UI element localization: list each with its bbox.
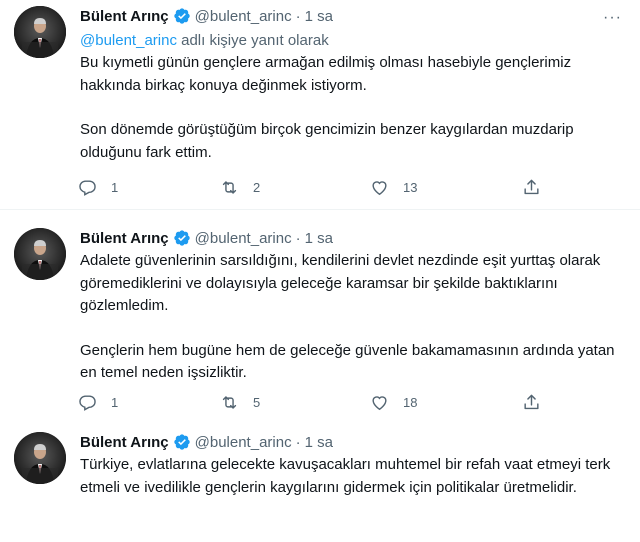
heart-icon [372,180,387,195]
tweet-time[interactable]: 1 sa [305,434,333,451]
separator-dot: · [295,433,301,451]
like-button[interactable]: 13 [370,178,417,197]
reply-icon [79,179,96,196]
separator-dot: · [295,229,301,247]
tweet-paragraph: Bu kıymetli günün gençlere armağan edilm… [80,54,572,94]
tweet-paragraph: Son dönemde görüştüğüm birçok gencimizin… [80,121,574,161]
retweet-count: 5 [253,394,261,410]
author-name[interactable]: Bülent Arınç [80,434,169,451]
tweet-time[interactable]: 1 sa [305,8,333,25]
tweet-paragraph: Türkiye, evlatlarına gelecekte kavuşacak… [80,456,611,496]
share-icon [524,394,539,409]
tweet-header: Bülent Arınç @bulent_arinc · 1 sa [80,4,624,28]
author-name[interactable]: Bülent Arınç [80,230,169,247]
tweet[interactable]: Bülent Arınç @bulent_arinc · 1 sa Türkiy… [0,422,640,542]
avatar[interactable] [14,228,66,280]
retweet-button[interactable]: 5 [220,393,260,412]
reply-mention-link[interactable]: @bulent_arinc [80,32,177,49]
reply-button[interactable]: 1 [78,393,118,412]
tweet-actions: 1 2 13 [78,175,548,199]
tweet-header: Bülent Arınç @bulent_arinc · 1 sa [80,430,624,454]
reply-context: @bulent_arinc adlı kişiye yanıt olarak [80,30,624,52]
author-handle[interactable]: @bulent_arinc [195,434,292,451]
share-button[interactable] [522,178,541,197]
tweet-header: Bülent Arınç @bulent_arinc · 1 sa [80,226,624,250]
share-button[interactable] [522,393,541,412]
tweet-text: Türkiye, evlatlarına gelecekte kavuşacak… [80,454,624,499]
tweet-paragraph: Gençlerin hem bugüne hem de geleceğe güv… [80,341,615,382]
reply-button[interactable]: 1 [78,178,118,197]
like-count: 13 [403,179,418,195]
more-icon[interactable]: ··· [603,10,622,26]
tweet-actions: 1 5 18 [78,390,548,414]
tweet[interactable]: Bülent Arınç @bulent_arinc · 1 sa ··· @b… [0,0,640,210]
verified-badge-icon [173,229,191,247]
author-name[interactable]: Bülent Arınç [80,8,169,25]
author-handle[interactable]: @bulent_arinc [195,8,292,25]
reply-icon [79,394,96,411]
like-button[interactable]: 18 [370,393,417,412]
heart-icon [372,395,387,410]
avatar[interactable] [14,6,66,58]
tweet-text: Adalete güvenlerinin sarsıldığını, kendi… [80,250,624,385]
verified-badge-icon [173,433,191,451]
reply-count: 1 [111,394,119,410]
verified-badge-icon [173,7,191,25]
tweet[interactable]: Bülent Arınç @bulent_arinc · 1 sa Adalet… [0,210,640,422]
share-icon [524,179,539,194]
retweet-icon [222,180,237,194]
author-handle[interactable]: @bulent_arinc [195,230,292,247]
like-count: 18 [403,394,418,410]
retweet-count: 2 [253,179,261,195]
separator-dot: · [295,7,301,25]
tweet-text: Bu kıymetli günün gençlere armağan edilm… [80,52,624,164]
avatar[interactable] [14,432,66,484]
tweet-paragraph: Adalete güvenlerinin sarsıldığını, kendi… [80,252,601,314]
reply-count: 1 [111,179,119,195]
reply-context-text: adlı kişiye yanıt olarak [176,32,329,49]
retweet-button[interactable]: 2 [220,178,260,197]
retweet-icon [222,395,237,409]
tweet-time[interactable]: 1 sa [305,230,333,247]
